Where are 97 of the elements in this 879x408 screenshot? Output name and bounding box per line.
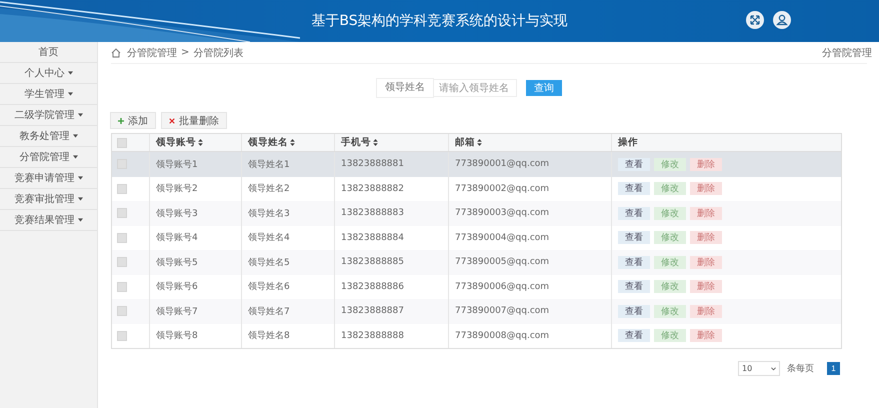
sort-icon[interactable] <box>290 139 295 146</box>
batch-delete-button[interactable]: 批量删除 <box>161 112 227 129</box>
page-button[interactable]: 1 <box>827 362 840 375</box>
sort-icon[interactable] <box>373 139 378 146</box>
sidebar-item[interactable]: 竞赛审批管理 <box>0 189 97 210</box>
view-button[interactable]: 查看 <box>618 280 650 294</box>
table-cell-text: 领导姓名6 <box>248 280 290 294</box>
cross-icon <box>169 118 175 124</box>
page-size-select[interactable]: 10 <box>738 361 780 376</box>
view-button[interactable]: 查看 <box>618 158 650 171</box>
column-header[interactable]: 操作 <box>612 134 841 151</box>
table-cell-text: 领导姓名4 <box>248 232 290 244</box>
view-button[interactable]: 查看 <box>618 329 650 342</box>
table-cell: 773890007@qq.com <box>455 306 550 316</box>
table-cell-text: 领导姓名3 <box>248 208 290 220</box>
checkbox[interactable] <box>117 232 127 243</box>
checkbox[interactable] <box>117 208 127 218</box>
table-cell-text: 领导账号5 <box>156 256 198 269</box>
table-cell: 773890003@qq.com <box>455 208 550 218</box>
caret-icon <box>68 71 72 75</box>
add-button[interactable]: 添加 <box>110 112 156 129</box>
table-cell: 13823888883 <box>341 208 404 218</box>
checkbox[interactable] <box>117 184 127 194</box>
checkbox[interactable] <box>117 282 127 292</box>
sort-icon[interactable] <box>477 139 482 146</box>
table-cell-text: 领导姓名8 <box>248 330 290 342</box>
checkbox[interactable] <box>117 138 127 148</box>
checkbox[interactable] <box>117 257 127 268</box>
table-cell: 13823888885 <box>341 257 404 268</box>
sidebar-item[interactable]: 教务处管理 <box>0 126 97 147</box>
view-button[interactable]: 查看 <box>618 182 650 196</box>
caret-icon <box>78 176 82 180</box>
column-header[interactable]: 领导账号 <box>150 134 242 151</box>
sidebar-item[interactable]: 分管院管理 <box>0 147 97 168</box>
table-cell-text: 领导姓名2 <box>248 182 290 196</box>
table-cell: 773890005@qq.com <box>455 257 550 268</box>
caret-icon <box>72 155 78 159</box>
table-row[interactable]: 领导账号5 领导姓名5 13823888885 773890005@qq.com 查看 修改 删除 <box>112 250 841 274</box>
user-icon[interactable] <box>773 11 791 29</box>
table-cell-text: 领导账号8 <box>156 330 198 342</box>
view-button[interactable]: 查看 <box>618 256 650 269</box>
table-cell-text: 领导姓名5 <box>248 256 290 269</box>
table-cell-text: 领导账号2 <box>156 182 198 196</box>
table-cell: 13823888887 <box>341 306 404 316</box>
view-button[interactable]: 查看 <box>618 304 650 318</box>
table-cell: 13823888888 <box>341 330 404 341</box>
page-title: 分管院管理 <box>822 46 872 60</box>
search-field[interactable]: 请输入领导姓名 <box>434 79 517 97</box>
table-cell-text: 领导姓名7 <box>248 306 290 318</box>
search-label: 领导姓名 <box>376 78 434 98</box>
column-header[interactable]: 手机号 <box>335 134 449 151</box>
table-row[interactable]: 领导账号7 领导姓名7 13823888887 773890007@qq.com 查看 修改 删除 <box>112 299 841 324</box>
table-cell: 13823888884 <box>341 232 404 243</box>
view-button[interactable]: 查看 <box>618 231 650 244</box>
caret-icon <box>72 134 78 138</box>
table-cell-text: 领导账号3 <box>156 208 198 220</box>
caret-icon <box>78 218 82 222</box>
column-header[interactable]: 领导姓名 <box>242 134 335 151</box>
home-icon[interactable] <box>111 48 121 58</box>
column-header[interactable]: 邮箱 <box>449 134 612 151</box>
page-size-label: 条每页 <box>787 362 814 375</box>
table-cell: 13823888882 <box>341 184 404 194</box>
table-row[interactable]: 领导账号8 领导姓名8 13823888888 773890008@qq.com 查看 修改 删除 <box>112 324 841 348</box>
table-cell: 773890001@qq.com <box>455 159 550 170</box>
table-cell-text: 领导账号6 <box>156 280 198 294</box>
sidebar-item[interactable]: 竞赛结果管理 <box>0 210 97 231</box>
app-title: 基于BS架构的学科竞赛系统的设计与实现 <box>311 12 568 30</box>
table-row[interactable]: 领导账号3 领导姓名3 13823888883 773890003@qq.com 查看 修改 删除 <box>112 201 841 226</box>
table-cell-text: 领导账号4 <box>156 232 198 244</box>
checkbox[interactable] <box>117 306 127 316</box>
table-cell: 13823888881 <box>341 159 404 170</box>
sidebar-item[interactable]: 首页 <box>0 42 97 63</box>
caret-icon <box>78 113 82 117</box>
sidebar-item[interactable]: 二级学院管理 <box>0 105 97 126</box>
table-cell: 773890002@qq.com <box>455 184 550 194</box>
chevron-down-icon <box>771 366 776 370</box>
table-cell-text: 领导账号1 <box>156 158 198 171</box>
sidebar-item[interactable]: 个人中心 <box>0 63 97 84</box>
fullscreen-icon[interactable] <box>746 11 764 29</box>
breadcrumb-separator: > <box>181 47 190 58</box>
table-row[interactable]: 领导账号1 领导姓名1 13823888881 773890001@qq.com 查看 修改 删除 <box>112 152 841 176</box>
checkbox[interactable] <box>117 330 127 341</box>
sidebar-item[interactable]: 学生管理 <box>0 84 97 105</box>
sort-icon[interactable] <box>198 139 203 146</box>
table-cell: 773890008@qq.com <box>455 330 550 341</box>
breadcrumb-item[interactable]: 分管院列表 <box>193 46 244 60</box>
caret-icon <box>78 197 82 201</box>
view-button[interactable]: 查看 <box>618 206 650 220</box>
table-cell-text: 领导姓名1 <box>248 158 290 171</box>
table-cell: 773890006@qq.com <box>455 282 550 292</box>
table-cell-text: 领导账号7 <box>156 306 198 318</box>
table-cell: 773890004@qq.com <box>455 232 550 243</box>
sidebar-item[interactable]: 竞赛申请管理 <box>0 168 97 189</box>
caret-icon <box>68 92 72 96</box>
breadcrumb-item[interactable]: 分管院管理 <box>127 46 177 60</box>
plus-icon <box>118 118 124 124</box>
table-cell: 13823888886 <box>341 282 404 292</box>
